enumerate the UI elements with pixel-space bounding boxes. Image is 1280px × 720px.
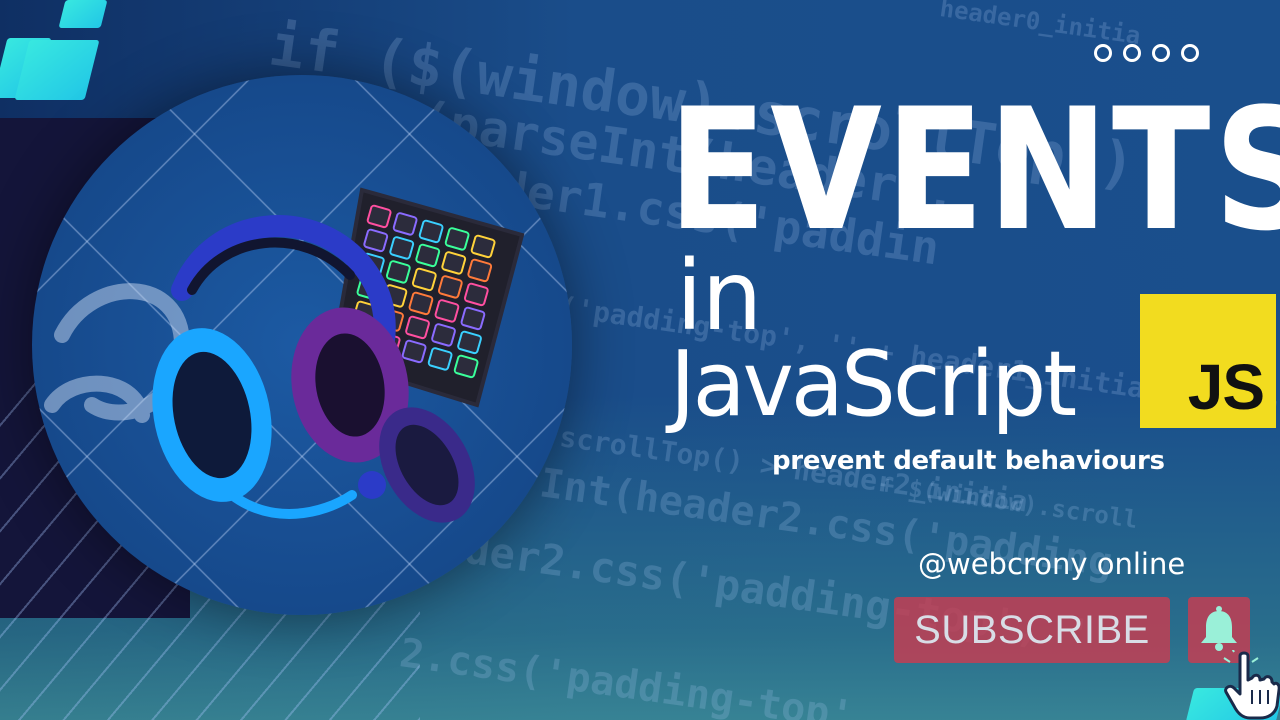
dot	[1152, 44, 1170, 62]
gaming-gear-illustration	[44, 187, 525, 523]
bg-code-line: 2.css('padding-top',	[396, 630, 881, 720]
dot	[1181, 44, 1199, 62]
bg-code-line: header0_initia	[938, 0, 1143, 51]
channel-handle: @webcrony online	[918, 547, 1186, 581]
circle-dots-icon	[1094, 44, 1199, 62]
hand-cursor-icon	[1223, 650, 1280, 720]
title-in: in	[676, 240, 763, 352]
title-javascript: JavaScript	[670, 332, 1077, 437]
accent-tile	[58, 0, 108, 28]
subscribe-button[interactable]: SUBSCRIBE	[894, 597, 1170, 663]
dot	[1094, 44, 1112, 62]
subtitle: prevent default behaviours	[772, 446, 1165, 476]
dot	[1123, 44, 1141, 62]
js-logo-badge: JS	[1140, 294, 1276, 428]
js-logo-text: JS	[1187, 351, 1265, 423]
title-events: EVENTS	[668, 72, 1280, 268]
gaming-headset-image	[152, 215, 409, 519]
hero-image-circle	[32, 75, 572, 615]
